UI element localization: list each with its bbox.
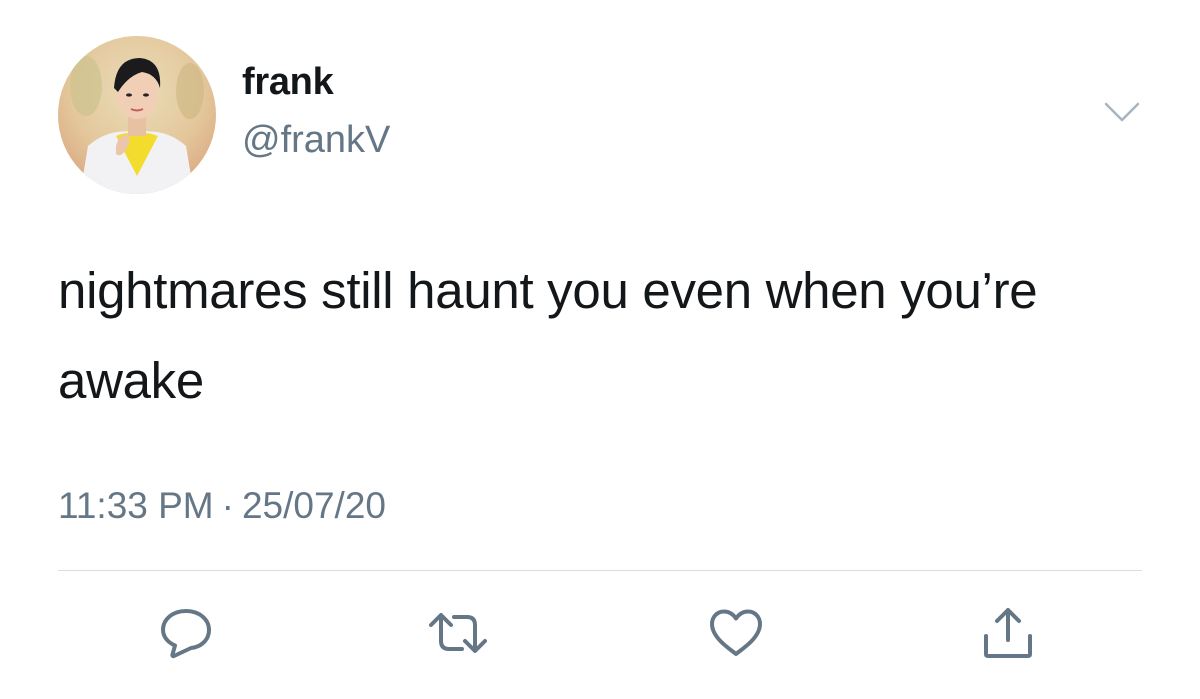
retweet-icon bbox=[429, 613, 487, 653]
tweet-timestamp[interactable]: 11:33 PM · 25/07/20 bbox=[58, 485, 386, 527]
retweet-button[interactable] bbox=[428, 603, 488, 663]
like-button[interactable] bbox=[706, 603, 766, 663]
divider bbox=[58, 570, 1142, 571]
share-icon bbox=[984, 608, 1032, 658]
avatar-photo-icon bbox=[58, 36, 216, 194]
share-button[interactable] bbox=[978, 603, 1038, 663]
tweet-date: 25/07/20 bbox=[241, 485, 386, 526]
avatar[interactable] bbox=[58, 36, 216, 194]
chevron-down-icon[interactable] bbox=[1102, 100, 1142, 126]
tweet-card: frank @frankV nightmares still haunt you… bbox=[0, 0, 1200, 699]
author-handle[interactable]: @frankV bbox=[242, 119, 390, 162]
reply-button[interactable] bbox=[156, 603, 216, 663]
reply-icon bbox=[161, 609, 211, 659]
heart-icon bbox=[710, 609, 762, 656]
tweet-time: 11:33 PM bbox=[58, 485, 214, 526]
timestamp-separator: · bbox=[221, 485, 234, 526]
tweet-text: nightmares still haunt you even when you… bbox=[58, 262, 1038, 409]
author-display-name[interactable]: frank bbox=[242, 61, 334, 104]
